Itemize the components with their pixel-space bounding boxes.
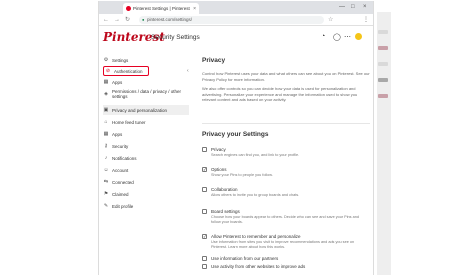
- sidebar: ⚙ Settings ⊘ Authentication ‹ ▦ Apps ◈ P…: [99, 49, 192, 275]
- browser-tab[interactable]: Pinterest Settings | Pinterest ×: [123, 3, 199, 14]
- page-title: Security Settings: [151, 34, 200, 41]
- avatar[interactable]: [355, 33, 362, 40]
- sidebar-item-edit-profile[interactable]: ✎ Edit profile: [103, 201, 189, 211]
- privacy-checkbox[interactable]: [202, 147, 207, 152]
- sidebar-item-label: Settings: [112, 57, 129, 63]
- sidebar-item-label: Notifications: [112, 155, 137, 161]
- more-options-icon[interactable]: ⋯: [344, 33, 351, 41]
- sidebar-item-settings[interactable]: ⚙ Settings: [103, 55, 189, 65]
- apps-icon: ▦: [103, 79, 109, 85]
- option-title: Board settings: [211, 209, 240, 214]
- key-icon: ⚷: [104, 143, 108, 149]
- lock-icon: ▣: [103, 107, 109, 113]
- back-icon[interactable]: ←: [103, 15, 109, 25]
- option-title: Privacy: [211, 147, 226, 152]
- gear-icon: ⚙: [103, 57, 109, 63]
- sidebar-item-label: Security: [112, 143, 129, 149]
- tab-title: Pinterest Settings | Pinterest: [133, 6, 190, 11]
- sidebar-item-label: Account: [112, 167, 129, 173]
- background-item: [378, 46, 388, 50]
- sidebar-item-label: Authentication: [114, 68, 143, 74]
- option-description: Search engines can find you, and link to…: [211, 153, 300, 157]
- sidebar-item-notifications[interactable]: ♪ Notifications: [103, 153, 189, 163]
- person-icon: ☺: [103, 167, 109, 173]
- reload-icon[interactable]: ↻: [125, 15, 130, 25]
- tab-bar: Pinterest Settings | Pinterest × — □ ×: [99, 1, 373, 14]
- sidebar-item-label: Connected: [112, 179, 134, 185]
- privacy-settings-heading: Privacy your Settings: [202, 131, 269, 138]
- collaboration-checkbox[interactable]: [202, 187, 207, 192]
- option-title: Options: [211, 167, 227, 172]
- notifications-icon[interactable]: ◔: [321, 33, 325, 40]
- board-settings-checkbox[interactable]: [202, 209, 207, 214]
- option-title: Use information from our partners: [211, 256, 279, 261]
- address-bar: ← → ↻ ● pinterest.com/settings/ ☆ ⋮: [99, 14, 373, 26]
- maximize-icon[interactable]: □: [351, 2, 355, 12]
- option-title: Use activity from other websites to impr…: [211, 264, 306, 269]
- sidebar-item-connected[interactable]: ⇆ Connected: [103, 177, 189, 187]
- browser-window: Pinterest Settings | Pinterest × — □ × ←…: [98, 1, 374, 275]
- forward-icon[interactable]: →: [114, 15, 120, 25]
- shield-icon: ◈: [104, 91, 108, 97]
- privacy-note: We also offer controls so you can decide…: [202, 86, 358, 103]
- background-item: [378, 62, 388, 66]
- sidebar-item-privacy[interactable]: ▣ Privacy and personalization: [103, 105, 189, 115]
- option-description: Choose how your boards appear to others.…: [211, 215, 359, 224]
- close-window-icon[interactable]: ×: [363, 2, 367, 12]
- sidebar-item-label: Permissions / data / privacy / other set…: [112, 89, 182, 99]
- sidebar-item-claimed[interactable]: ⚑ Claimed: [103, 189, 189, 199]
- option-title: Collaboration: [211, 187, 238, 192]
- background-item: [378, 78, 388, 82]
- section-divider: [202, 123, 370, 124]
- url-input[interactable]: ● pinterest.com/settings/: [139, 16, 324, 24]
- link-icon: ⇆: [103, 179, 109, 185]
- background-item: [378, 30, 388, 34]
- bookmark-star-icon[interactable]: ☆: [328, 15, 333, 25]
- url-text: pinterest.com/settings/: [147, 17, 193, 22]
- browser-menu-icon[interactable]: ⋮: [363, 15, 369, 25]
- minimize-icon[interactable]: —: [339, 2, 345, 12]
- sidebar-item-label: Privacy and personalization: [112, 107, 168, 113]
- sidebar-item-security[interactable]: ⚷ Security: [103, 141, 189, 151]
- flag-icon: ⚑: [103, 191, 109, 197]
- other-websites-checkbox[interactable]: [202, 264, 207, 269]
- pinterest-header: Pinterest Security Settings ◔ ◯ ⋯: [99, 27, 373, 49]
- no-entry-icon: ⊘: [105, 68, 111, 74]
- tab-close-icon[interactable]: ×: [193, 6, 196, 12]
- lock-icon: ●: [142, 17, 145, 22]
- sidebar-item-account[interactable]: ☺ Account: [103, 165, 189, 175]
- remember-personalize-checkbox[interactable]: ✓: [202, 234, 207, 239]
- sidebar-item-apps[interactable]: ▦ Apps: [103, 77, 189, 87]
- sidebar-item-label: Home feed tuner: [112, 119, 146, 125]
- option-description: Show your Pins to people you follow.: [211, 173, 273, 177]
- sidebar-item-authentication[interactable]: ⊘ Authentication: [103, 66, 149, 76]
- background-item: [378, 94, 388, 98]
- option-description: Use information from sites you visit to …: [211, 240, 355, 249]
- grid-icon: ▦: [103, 131, 109, 137]
- option-title: Allow Pinterest to remember and personal…: [211, 234, 301, 239]
- sidebar-item-label: Claimed: [112, 191, 129, 197]
- option-description: Allow others to invite you to group boar…: [211, 193, 300, 197]
- sidebar-item-label: Edit profile: [112, 203, 134, 209]
- home-icon: ⌂: [104, 119, 108, 125]
- bell-icon: ♪: [104, 155, 108, 161]
- sidebar-item-apps-2[interactable]: ▦ Apps: [103, 129, 189, 139]
- pencil-icon: ✎: [103, 203, 109, 209]
- partner-info-checkbox[interactable]: [202, 256, 207, 261]
- sidebar-item-permissions[interactable]: ◈ Permissions / data / privacy / other s…: [103, 87, 189, 101]
- sidebar-item-home-feed[interactable]: ⌂ Home feed tuner: [103, 117, 189, 127]
- messages-icon[interactable]: ◯: [333, 33, 341, 41]
- collapse-chevron-icon[interactable]: ‹: [187, 68, 189, 74]
- sidebar-item-label: Apps: [112, 131, 123, 137]
- privacy-heading: Privacy: [202, 57, 226, 64]
- sidebar-item-label: Apps: [112, 79, 123, 85]
- options-checkbox[interactable]: ✓: [202, 167, 207, 172]
- main-content: Privacy Control how Pinterest uses your …: [202, 49, 372, 275]
- privacy-intro: Control how Pinterest uses your data and…: [202, 71, 370, 82]
- background-page-strip: [377, 12, 391, 275]
- pinterest-favicon-icon: [126, 6, 131, 11]
